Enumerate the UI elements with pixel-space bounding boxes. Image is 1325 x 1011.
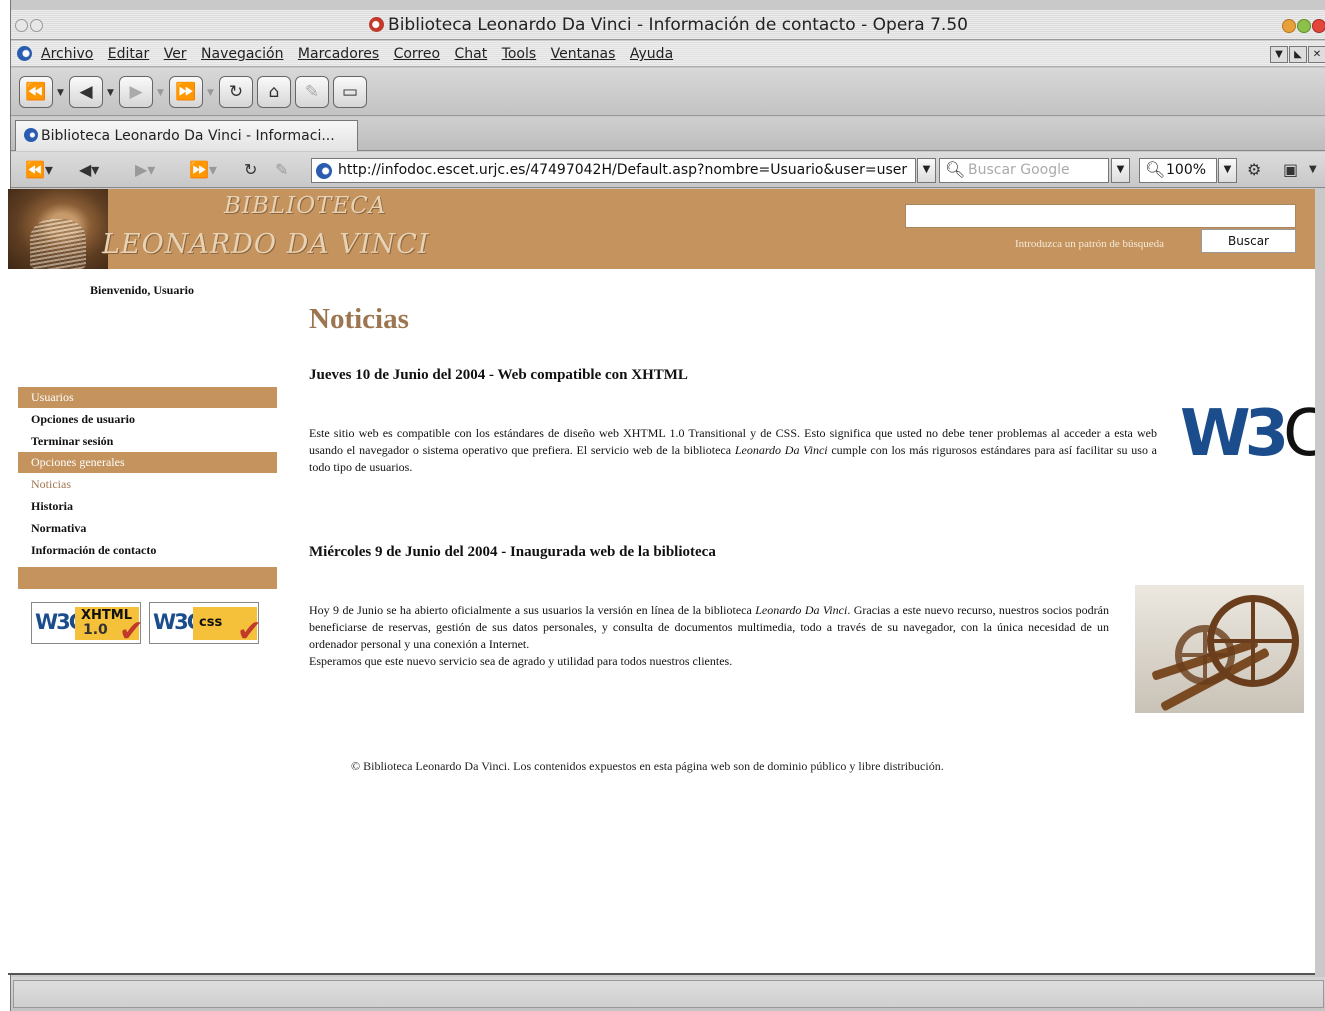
tab-bar: Biblioteca Leonardo Da Vinci - Informaci…	[11, 117, 1325, 151]
images-icon[interactable]: ▣	[1283, 160, 1298, 179]
mdi-restore-icon[interactable]: ◣	[1289, 46, 1307, 63]
home-button[interactable]: ⌂	[257, 76, 291, 108]
page-footer: © Biblioteca Leonardo Da Vinci. Los cont…	[351, 759, 944, 773]
sidebar-item-user-options[interactable]: Opciones de usuario	[18, 408, 277, 430]
reload-button[interactable]: ↻	[219, 76, 253, 108]
sidebar-item-history[interactable]: Historia	[18, 495, 277, 517]
sidebar-item-contact[interactable]: Información de contacto	[18, 539, 277, 561]
sidebar-item-rules[interactable]: Normativa	[18, 517, 277, 539]
menu-navegacion[interactable]: Navegación	[201, 46, 283, 62]
rewind-button[interactable]: ⏪	[19, 76, 53, 108]
forward-dropdown-icon[interactable]: ▼	[157, 88, 164, 98]
status-bar	[11, 977, 1325, 1011]
zoom-dropdown[interactable]: ▼	[1218, 158, 1237, 183]
edit-button[interactable]: ✎	[295, 76, 329, 108]
back-button[interactable]: ◀	[69, 76, 103, 108]
site-search-hint: Introduzca un patrón de búsqueda	[1015, 238, 1165, 250]
mdi-minimize-icon[interactable]: ▼	[1270, 46, 1288, 63]
site-icon	[316, 163, 332, 179]
mdi-controls: ▼ ◣ ✕	[1269, 45, 1325, 63]
fast-forward-button[interactable]: ⏩	[169, 76, 203, 108]
window-title: Biblioteca Leonardo Da Vinci - Informaci…	[11, 15, 1325, 35]
sidebar: Usuarios Opciones de usuario Terminar se…	[18, 387, 277, 589]
close-button[interactable]	[1312, 19, 1325, 33]
brand-line-2: LEONARDO DA VINCI	[102, 229, 430, 260]
search-engine-dropdown[interactable]: ▼	[1111, 158, 1130, 183]
menu-tools[interactable]: Tools	[502, 46, 537, 62]
page-title: Noticias	[309, 303, 409, 335]
mdi-close-icon[interactable]: ✕	[1308, 46, 1325, 63]
cannon-image	[1135, 585, 1304, 713]
edit-icon[interactable]: ✎	[275, 160, 288, 179]
menu-ayuda[interactable]: Ayuda	[630, 46, 673, 62]
xhtml-badge[interactable]: W3C XHTML 1.0 ✔	[31, 602, 144, 649]
page-icon	[24, 128, 38, 142]
menu-marcadores[interactable]: Marcadores	[298, 46, 379, 62]
opera-menu-icon[interactable]	[17, 46, 32, 61]
zoom-select[interactable]: 🔍︎ 100%	[1139, 158, 1217, 183]
news-2-heading: Miércoles 9 de Junio del 2004 - Inaugura…	[309, 544, 716, 560]
address-bar: ⏪▾ ◀▾ ▶▾ ⏩▾ ↻ ✎ http://infodoc.escet.urj…	[11, 152, 1325, 188]
opera-icon	[369, 17, 385, 32]
sidebar-item-logout[interactable]: Terminar sesión	[18, 430, 277, 452]
leonardo-portrait	[8, 189, 108, 269]
search-input[interactable]: 🔍︎ Buscar Google	[939, 158, 1109, 183]
brand-line-1: BIBLIOTECA	[224, 193, 387, 219]
title-bar: Biblioteca Leonardo Da Vinci - Informaci…	[11, 10, 1325, 40]
forward-icon[interactable]: ▶▾	[135, 160, 155, 179]
tab-active[interactable]: Biblioteca Leonardo Da Vinci - Informaci…	[15, 120, 358, 151]
zoom-button[interactable]	[1297, 19, 1311, 33]
news-1-body: Este sitio web es compatible con los est…	[309, 426, 1158, 474]
checkmark-icon: ✔	[236, 614, 262, 649]
reload-icon[interactable]: ↻	[244, 160, 257, 179]
page-viewport: BIBLIOTECA LEONARDO DA VINCI Introduzca …	[8, 189, 1315, 975]
menu-editar[interactable]: Editar	[108, 46, 149, 62]
menu-ventanas[interactable]: Ventanas	[551, 46, 616, 62]
url-input[interactable]: http://infodoc.escet.urjc.es/47497042H/D…	[311, 158, 916, 183]
sidebar-item-news[interactable]: Noticias	[18, 473, 277, 495]
fast-forward-icon[interactable]: ⏩▾	[189, 160, 217, 179]
minimize-button[interactable]	[1282, 19, 1296, 33]
back-dropdown-icon[interactable]: ▼	[107, 88, 114, 98]
news-1-heading: Jueves 10 de Junio del 2004 - Web compat…	[309, 367, 688, 383]
search-icon: 🔍︎	[945, 160, 966, 179]
url-history-dropdown[interactable]: ▼	[917, 158, 936, 183]
sidebar-section-users: Usuarios	[18, 387, 277, 408]
welcome-text: Bienvenido, Usuario	[90, 283, 195, 297]
sidebar-section-general: Opciones generales	[18, 452, 277, 473]
menu-bar: Archivo Editar Ver Navegación Marcadores…	[11, 41, 1325, 67]
checkmark-icon: ✔	[118, 614, 144, 649]
w3c-logo: W3C	[1180, 397, 1315, 471]
new-page-button[interactable]: ▭	[333, 76, 367, 108]
fast-forward-dropdown-icon[interactable]: ▼	[207, 88, 214, 98]
main-toolbar: ⏪ ▼ ◀ ▼ ▶ ▼ ⏩ ▼ ↻ ⌂ ✎ ▭	[11, 68, 1325, 116]
rewind-icon[interactable]: ⏪▾	[25, 160, 53, 179]
menu-chat[interactable]: Chat	[455, 46, 488, 62]
window-controls-right	[1281, 19, 1325, 38]
site-search-input[interactable]	[905, 204, 1296, 228]
site-header: BIBLIOTECA LEONARDO DA VINCI Introduzca …	[8, 189, 1315, 269]
more-dropdown-icon[interactable]: ▼	[1309, 164, 1317, 175]
site-search-button[interactable]: Buscar	[1201, 229, 1296, 253]
news-2-body: Hoy 9 de Junio se ha abierto oficialment…	[309, 603, 1110, 668]
forward-button[interactable]: ▶	[119, 76, 153, 108]
sidebar-footer-bar	[18, 567, 277, 589]
privacy-icon[interactable]: ⚙	[1247, 160, 1261, 179]
menu-correo[interactable]: Correo	[394, 46, 440, 62]
menu-ver[interactable]: Ver	[164, 46, 187, 62]
back-icon[interactable]: ◀▾	[79, 160, 99, 179]
rewind-dropdown-icon[interactable]: ▼	[57, 88, 64, 98]
css-badge[interactable]: W3C css ✔	[149, 602, 262, 649]
zoom-icon: 🔍︎	[1145, 160, 1166, 179]
menu-archivo[interactable]: Archivo	[41, 46, 93, 62]
status-field	[13, 980, 1324, 1008]
